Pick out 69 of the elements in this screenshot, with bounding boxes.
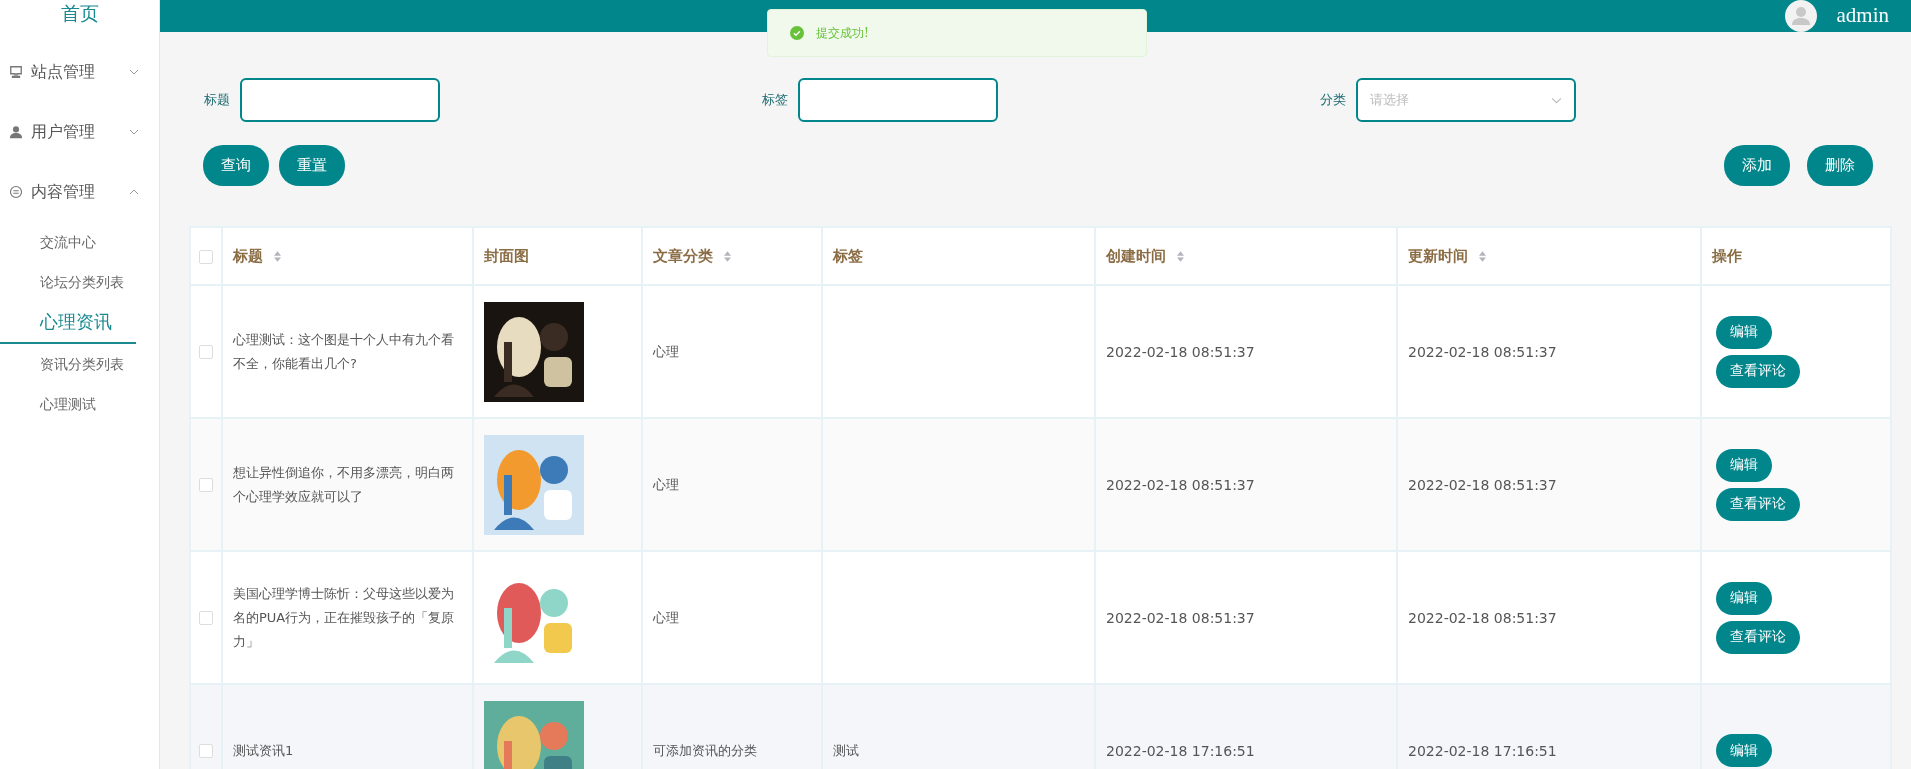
action-button[interactable]: 删除 xyxy=(1807,145,1873,186)
menu-group[interactable]: 站点管理 xyxy=(0,42,159,102)
row-action-button[interactable]: 编辑 xyxy=(1716,581,1772,615)
table-cell-text: 想让异性倒追你，不用多漂亮，明白两个心理学效应就可以了 xyxy=(233,463,455,506)
text-field[interactable] xyxy=(240,78,440,122)
table-cell: 心理 xyxy=(653,476,679,492)
menu-group[interactable]: 内容管理 xyxy=(0,162,159,222)
row-action-button[interactable]: 查看评论 xyxy=(1716,487,1800,521)
sort-icon[interactable] xyxy=(724,250,732,262)
chevron-icon xyxy=(129,129,139,135)
checkbox[interactable] xyxy=(199,249,213,264)
column-header[interactable]: 更新时间 xyxy=(1408,246,1468,265)
user-icon xyxy=(9,125,23,139)
submenu-item[interactable]: 资讯分类列表 xyxy=(0,344,136,384)
action-button[interactable]: 添加 xyxy=(1724,145,1790,186)
submenu-item[interactable]: 交流中心 xyxy=(0,222,136,262)
filter-label: 标题 xyxy=(204,91,230,109)
column-header[interactable]: 文章分类 xyxy=(653,246,713,265)
table-cell: 2022-02-18 17:16:51 xyxy=(1106,742,1255,759)
row-action-button[interactable]: 编辑 xyxy=(1716,734,1772,767)
filter-label: 分类 xyxy=(1320,91,1346,109)
column-header[interactable]: 创建时间 xyxy=(1106,246,1166,265)
submenu-item[interactable]: 心理测试 xyxy=(0,384,136,424)
sort-icon[interactable] xyxy=(1479,250,1487,262)
table-cell: 2022-02-18 08:51:37 xyxy=(1408,609,1557,626)
checkbox[interactable] xyxy=(199,345,213,360)
checkbox[interactable] xyxy=(199,478,213,493)
chevron-icon xyxy=(1551,96,1562,104)
table-cell: 2022-02-18 08:51:37 xyxy=(1408,476,1557,493)
monitor-icon xyxy=(9,65,23,79)
submenu-item[interactable]: 论坛分类列表 xyxy=(0,262,136,302)
user-name[interactable]: admin xyxy=(1836,0,1889,29)
chat-icon xyxy=(9,185,23,199)
checkbox[interactable] xyxy=(199,611,213,626)
column-header: 标签 xyxy=(833,246,863,265)
row-action-button[interactable]: 编辑 xyxy=(1716,448,1772,482)
chevron-icon xyxy=(129,69,139,75)
table-cell: 可添加资讯的分类 xyxy=(653,742,757,758)
sort-icon[interactable] xyxy=(1177,250,1185,262)
table-cell-text: 美国心理学博士陈忻：父母这些以爱为名的PUA行为，正在摧毁孩子的「复原力」 xyxy=(233,584,456,651)
column-header: 操作 xyxy=(1712,246,1742,265)
avatar-icon[interactable] xyxy=(1784,0,1817,32)
table-cell: 测试 xyxy=(833,742,859,758)
chevron-icon xyxy=(129,189,139,195)
table-cell: 2022-02-18 08:51:37 xyxy=(1106,476,1255,493)
table-cell: 2022-02-18 08:51:37 xyxy=(1106,609,1255,626)
table-cell: 心理 xyxy=(653,609,679,625)
text-field[interactable] xyxy=(798,78,998,122)
column-header: 封面图 xyxy=(484,246,529,265)
table-cell-text: 测试资讯1 xyxy=(233,741,295,760)
submenu-item[interactable]: 心理资讯 xyxy=(0,302,136,344)
column-header[interactable]: 标题 xyxy=(233,246,263,265)
menu-group[interactable]: 用户管理 xyxy=(0,102,159,162)
check-icon xyxy=(790,26,804,40)
checkbox[interactable] xyxy=(199,744,213,759)
table-cell-text: 心理测试：这个图是十个人中有九个看不全，你能看出几个? xyxy=(233,330,455,373)
table-cell: 心理 xyxy=(653,343,679,359)
table-cell: 2022-02-18 17:16:51 xyxy=(1408,742,1557,759)
filter-label: 标签 xyxy=(762,91,788,109)
action-button[interactable]: 重置 xyxy=(279,145,345,186)
row-action-button[interactable]: 查看评论 xyxy=(1716,620,1800,654)
sort-icon[interactable] xyxy=(274,250,282,262)
table-cell: 2022-02-18 08:51:37 xyxy=(1106,343,1255,360)
action-button[interactable]: 查询 xyxy=(203,145,269,186)
row-action-button[interactable]: 查看评论 xyxy=(1716,354,1800,388)
table-cell: 2022-02-18 08:51:37 xyxy=(1408,343,1557,360)
row-action-button[interactable]: 编辑 xyxy=(1716,315,1772,349)
home-link[interactable]: 首页 xyxy=(29,0,130,42)
toast-message: 提交成功! xyxy=(816,24,869,42)
